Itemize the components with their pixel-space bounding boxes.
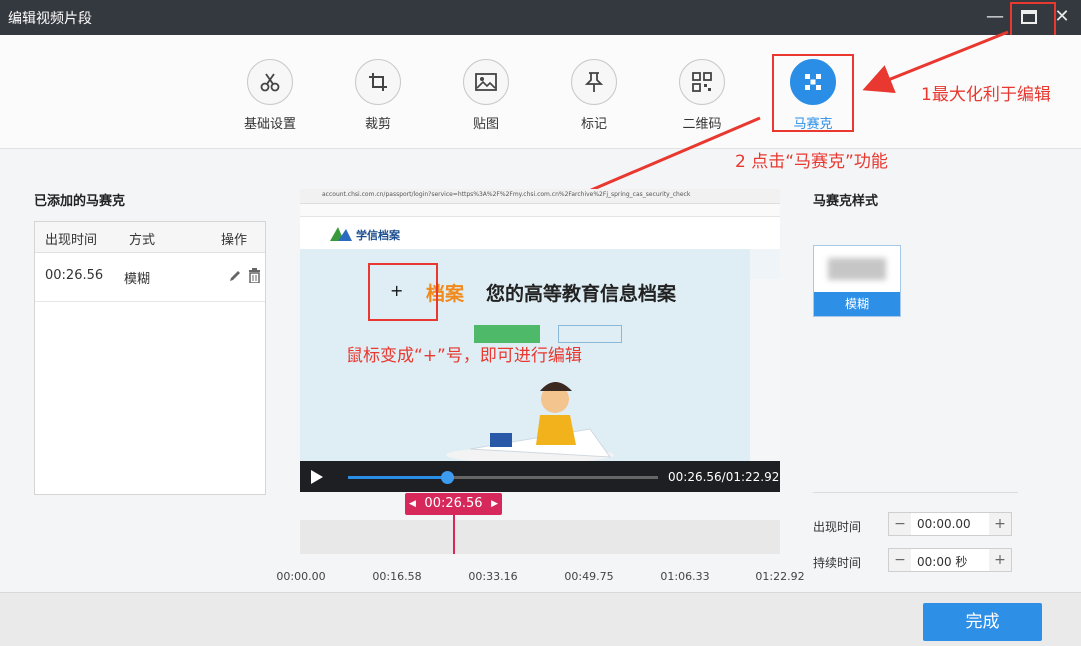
timeline-tick: 01:22.92 xyxy=(755,570,805,583)
tab-label: 标记 xyxy=(580,117,607,132)
banner-illustration xyxy=(446,382,614,461)
duration-minus-button[interactable]: − xyxy=(889,549,911,571)
tab-label: 裁剪 xyxy=(364,117,391,132)
footer-bar xyxy=(0,592,1081,646)
scissors-icon xyxy=(260,73,280,92)
minimize-button[interactable]: — xyxy=(981,4,1009,30)
mosaic-table: 出现时间 方式 操作 00:26.56 模糊 xyxy=(34,221,266,495)
tab-mark[interactable]: 标记 xyxy=(554,59,634,132)
timeline-marker-label[interactable]: ◀ 00:26.56 ▶ xyxy=(405,493,502,515)
appear-time-label: 出现时间 xyxy=(813,520,862,534)
mosaic-style-blur[interactable]: 模糊 xyxy=(813,245,901,317)
timeline-tick: 00:49.75 xyxy=(564,570,614,583)
tab-label: 基础设置 xyxy=(243,117,296,132)
time-display: 00:26.56/01:22.92 xyxy=(668,470,780,484)
blur-preview xyxy=(828,258,886,280)
cursor-annotation: 鼠标变成“+”号，即可进行编辑 xyxy=(346,346,582,366)
row-mode: 模糊 xyxy=(124,272,151,287)
column-header-mode: 方式 xyxy=(129,233,156,248)
added-mosaic-title: 已添加的马赛克 xyxy=(34,194,126,209)
address-bar-url: account.chsi.com.cn/passport/login?servi… xyxy=(322,191,691,198)
right-divider xyxy=(813,492,1018,493)
progress-fill xyxy=(348,476,448,479)
video-preview[interactable]: account.chsi.com.cn/passport/login?servi… xyxy=(300,189,780,461)
site-name: 学信档案 xyxy=(356,229,400,242)
duration-input[interactable]: 00:00 秒 xyxy=(917,553,967,570)
cursor-highlight: + xyxy=(368,263,438,321)
delete-icon[interactable] xyxy=(248,268,261,283)
timeline-track[interactable] xyxy=(300,520,780,554)
image-icon xyxy=(475,73,497,91)
progress-handle[interactable] xyxy=(441,471,455,484)
title-bar: 编辑视频片段 — ✕ xyxy=(0,0,1081,35)
timeline-tick: 00:00.00 xyxy=(276,570,326,583)
marker-right-arrow[interactable]: ▶ xyxy=(491,493,498,515)
video-controls: 00:26.56/01:22.92 xyxy=(300,461,780,492)
duration-label: 持续时间 xyxy=(813,556,862,570)
appear-plus-button[interactable]: + xyxy=(989,513,1011,535)
row-time: 00:26.56 xyxy=(45,268,104,283)
done-button[interactable]: 完成 xyxy=(923,603,1042,641)
site-logo-icon xyxy=(330,227,352,241)
tab-label: 二维码 xyxy=(682,117,722,132)
mosaic-style-title: 马赛克样式 xyxy=(813,194,879,209)
progress-track[interactable] xyxy=(348,471,658,484)
tab-qrcode[interactable]: 二维码 xyxy=(662,59,742,132)
table-row[interactable]: 00:26.56 模糊 xyxy=(35,253,265,302)
timeline-tick: 00:33.16 xyxy=(468,570,518,583)
appear-time-stepper: − 00:00.00 + xyxy=(888,512,1012,536)
window-title: 编辑视频片段 xyxy=(8,11,92,27)
tab-basic-settings[interactable]: 基础设置 xyxy=(230,59,310,132)
mosaic-highlight xyxy=(772,54,854,132)
timeline-marker-line[interactable] xyxy=(453,515,455,554)
bookmarks-bar xyxy=(300,204,780,217)
column-header-action: 操作 xyxy=(221,233,248,248)
crosshair-cursor: + xyxy=(390,281,404,300)
maximize-annotation: 1最大化利于编辑 xyxy=(921,85,1051,105)
column-header-time: 出现时间 xyxy=(45,233,98,248)
pin-icon xyxy=(584,72,604,92)
marker-left-arrow[interactable]: ◀ xyxy=(409,493,416,515)
tab-crop[interactable]: 裁剪 xyxy=(338,59,418,132)
crop-icon xyxy=(369,73,387,91)
duration-plus-button[interactable]: + xyxy=(989,549,1011,571)
qrcode-icon xyxy=(692,72,712,92)
table-header: 出现时间 方式 操作 xyxy=(35,222,265,253)
appear-time-input[interactable]: 00:00.00 xyxy=(917,517,971,531)
play-icon[interactable] xyxy=(310,469,324,485)
blur-label: 模糊 xyxy=(814,292,900,316)
timeline-tick: 00:16.58 xyxy=(372,570,422,583)
marker-time: 00:26.56 xyxy=(424,496,483,511)
site-sidebar xyxy=(750,279,780,461)
timeline-tick: 01:06.33 xyxy=(660,570,710,583)
site-header: 学信档案 xyxy=(300,217,780,249)
duration-stepper: − 00:00 秒 + xyxy=(888,548,1012,572)
toolbar: 基础设置 裁剪 贴图 标记 二维码 马赛克 xyxy=(0,35,1081,149)
banner-title: 您的高等教育信息档案 xyxy=(486,283,677,305)
mosaic-annotation: 2 点击“马赛克”功能 xyxy=(735,152,888,172)
browser-bar: account.chsi.com.cn/passport/login?servi… xyxy=(300,189,780,204)
appear-minus-button[interactable]: − xyxy=(889,513,911,535)
tab-label: 贴图 xyxy=(472,117,499,132)
tab-sticker[interactable]: 贴图 xyxy=(446,59,526,132)
edit-icon[interactable] xyxy=(228,269,242,283)
